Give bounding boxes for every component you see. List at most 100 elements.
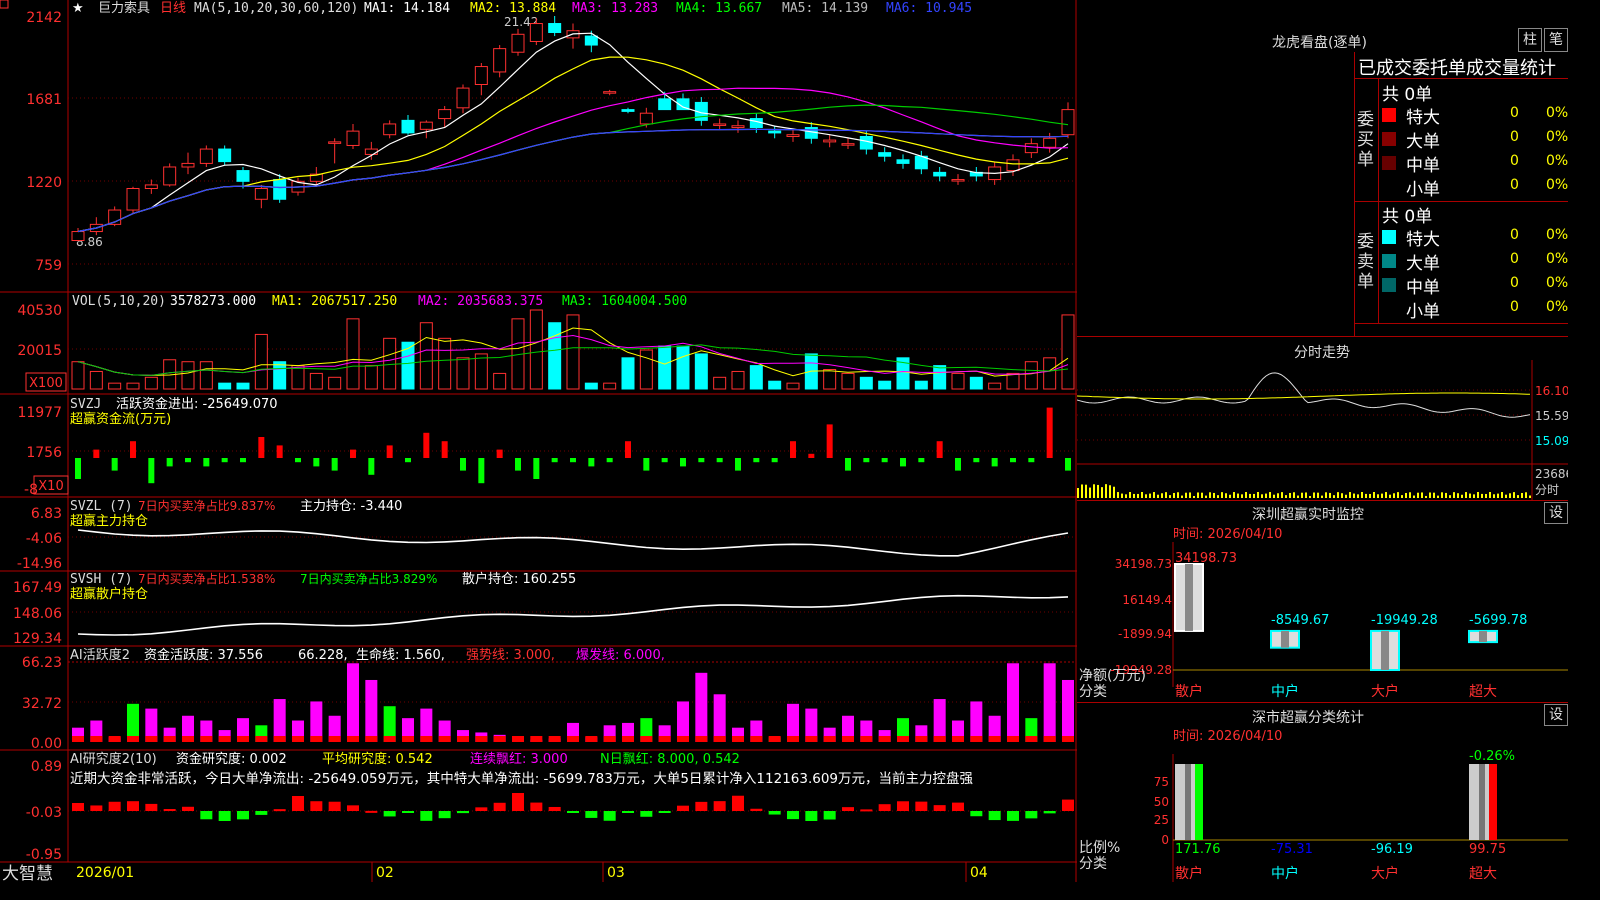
intraday-vol-bar (1305, 492, 1307, 498)
svzj-bar (276, 445, 283, 458)
candle-body (438, 109, 452, 120)
candle-body (181, 162, 195, 168)
intraday-vol-bar (1465, 492, 1467, 498)
volume-bar (493, 372, 507, 390)
classify-tick: 50 (1154, 795, 1169, 809)
candle-body (584, 35, 598, 46)
order-row-count: 0 (1510, 177, 1519, 193)
ai-active-bar (713, 694, 726, 742)
intraday-vol-bar (1477, 492, 1479, 498)
ai-active-base (713, 736, 726, 742)
volume-bar (694, 353, 708, 390)
ai-active-base (182, 736, 194, 742)
monitor-category: 大户 (1371, 683, 1399, 700)
ai-research-bar (548, 806, 561, 811)
intraday-lines (1077, 372, 1531, 498)
intraday-vol-bar (1189, 492, 1191, 498)
classify-bar-accent (1489, 764, 1497, 840)
svzj-bar (533, 458, 540, 479)
intraday-vol-bar (1133, 493, 1135, 498)
ai-active-base (860, 736, 873, 742)
svzj-bar (130, 441, 136, 458)
candle-body (493, 48, 507, 73)
intraday-vol-bar (1317, 492, 1319, 498)
volume-bar (988, 382, 1002, 390)
svsh-subtitle: 超赢散户持仓 (70, 586, 148, 602)
ai-active-bar (677, 701, 689, 742)
intraday-vol-bar (1369, 493, 1371, 498)
ai-research-bar (365, 810, 378, 813)
intraday-vol-bar (1453, 492, 1455, 498)
ai-research-text3: 连续飘红: 3.000 (470, 751, 568, 767)
intraday-vol-bar (1149, 493, 1151, 498)
intraday-chart[interactable]: 16.10 15.59 15.09 23686 分时 (1077, 360, 1568, 500)
volume-bar (328, 376, 342, 390)
svzj-bar (313, 458, 320, 467)
ai-active-base (732, 736, 744, 742)
svzj-bar (368, 458, 375, 475)
intraday-vol-bar (1181, 495, 1183, 498)
intraday-vol-bar (1157, 494, 1159, 498)
ai-active-base (878, 736, 891, 742)
stock-chart[interactable]: 2142 1681 1220 759 40530 20015 11977 175… (0, 0, 1077, 882)
intraday-vol-bar (1249, 493, 1251, 498)
ai-research-bar (622, 811, 634, 813)
volume-bar (438, 337, 452, 390)
classify-chart[interactable]: 时间: 2026/04/10 75 50 25 0 比例%分类 -0.26% 171.76 散户… (1077, 724, 1568, 882)
tick-mode-button[interactable]: 笔 (1544, 28, 1568, 52)
monitor-settings-button[interactable]: 设 (1544, 502, 1568, 524)
ai-active-base (897, 736, 909, 742)
date-label: 03 (607, 865, 625, 881)
ai-active-bar (310, 701, 323, 742)
order-row-count: 0 (1510, 227, 1519, 243)
svzj-bar (973, 458, 980, 463)
ai-research-bar (237, 811, 249, 820)
svzj-bar (496, 449, 503, 458)
intraday-vol-bar (1229, 494, 1231, 498)
classify-settings-button[interactable]: 设 (1544, 704, 1568, 726)
classify-bar-label: 99.75 (1469, 842, 1506, 857)
intraday-vol-bar (1257, 492, 1259, 498)
candle-body (419, 121, 433, 130)
candle-body (621, 109, 635, 112)
intraday-vol-bar (1245, 492, 1247, 498)
order-row-label: 中单 (1406, 156, 1440, 176)
order-row-count: 0 (1510, 129, 1519, 145)
vol-tick: 20015 (17, 343, 62, 359)
intraday-vol-bar (1185, 492, 1187, 498)
svzj-subtitle: 超赢资金流(万元) (70, 411, 171, 427)
intraday-vol-bar (1289, 492, 1291, 498)
intraday-vol-bar (1277, 493, 1279, 498)
svzj-tick: -8 (24, 482, 38, 498)
candle-body (823, 139, 837, 143)
candle-body (639, 112, 653, 125)
monitor-bar-label: -8549.67 (1271, 613, 1329, 628)
classify-bar-shade (1479, 764, 1485, 840)
ai-research-bar (1007, 811, 1019, 821)
svzj-bar (716, 458, 723, 463)
monitor-chart[interactable]: 时间: 2026/04/10 34198.73 16149.4 -1899.94 -19… (1077, 522, 1568, 702)
intraday-vol-bar (1281, 492, 1283, 498)
svzj-bar (845, 458, 851, 471)
order-row-count: 0 (1510, 251, 1519, 267)
intraday-vol-bar (1233, 492, 1235, 498)
bar-mode-button[interactable]: 柱 (1518, 28, 1542, 52)
svzj-bar (735, 458, 741, 471)
intraday-vol-bar (1529, 495, 1531, 498)
ai-active-base (952, 736, 964, 742)
intraday-vol-bar (1437, 495, 1439, 498)
order-row-pct: 0% (1546, 299, 1569, 315)
intraday-vol-bar (1445, 492, 1447, 498)
ai-research-comment: 近期大资金非常活跃，今日大单净流出: -25649.059万元，其中特大单净流出… (70, 770, 974, 787)
intraday-vol-bar (1109, 485, 1111, 498)
svzl-tick: -14.96 (17, 556, 62, 572)
volume-bar (786, 382, 800, 390)
candle-body (163, 166, 177, 186)
ai-active-base (200, 736, 213, 742)
ai-research-bar (695, 801, 708, 811)
ai-research-bar (750, 808, 763, 811)
svzl-text1: 7日内买卖净占比9.837% (138, 498, 275, 513)
ai-active-base (347, 736, 359, 742)
intraday-vol-bar (1145, 494, 1147, 498)
order-color-swatch (1382, 108, 1396, 122)
